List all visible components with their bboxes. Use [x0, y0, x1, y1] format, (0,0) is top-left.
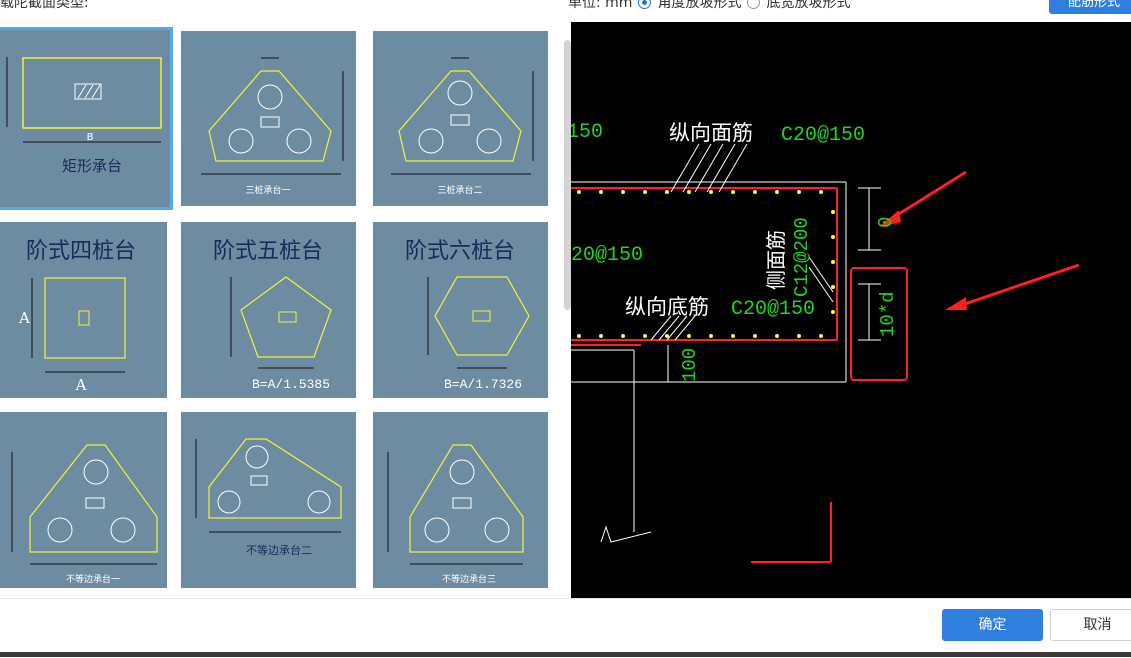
- tile-unequal-cap-2[interactable]: 不等边承台二: [181, 412, 356, 588]
- units-label: 单位: mm: [568, 0, 633, 11]
- four-pile-diagram: 阶式四桩台 A A: [18, 239, 136, 394]
- tile-label: 阶式四桩台: [26, 239, 136, 264]
- tile-label: 不等边承台三: [442, 573, 496, 585]
- dim-10d: 10*d: [877, 291, 899, 337]
- tile-three-pile-cap-1[interactable]: 三桩承台一: [181, 31, 356, 206]
- arrow-bottom: [955, 263, 1080, 309]
- six-pile-diagram: 阶式六桩台 B=A/1.7326: [405, 239, 530, 392]
- units-group: 单位: mm 角度放坡形式 底宽放坡形式: [568, 0, 850, 12]
- left-mid-spec: 20@150: [571, 244, 643, 267]
- three-pile-diagram-1: 三桩承台一: [201, 57, 344, 196]
- radio-angle-slope-label: 角度放坡形式: [657, 0, 742, 11]
- side-rebar-dots: [831, 210, 835, 314]
- formula-label: B=A/1.5385: [252, 377, 330, 392]
- unequal-cap-diagram-3: 不等边承台三: [387, 444, 524, 585]
- cancel-button[interactable]: 取消: [1050, 609, 1131, 641]
- rebar-section-drawing: 150 纵向面筋 C20@150 20@150 纵向底筋 C20@150 侧面筋…: [571, 121, 1080, 563]
- side-rebar-spec: C12@200: [791, 217, 813, 297]
- cap-type-gallery: B 矩形承台 三桩承台一 三桩承台二 阶式四桩台 A A 阶式五桩台 B=A/1…: [0, 22, 560, 598]
- bottom-rebar-label: 纵向底筋: [625, 295, 709, 319]
- tile-label: 不等边承台二: [246, 543, 312, 557]
- tile-unequal-cap-1[interactable]: 不等边承台一: [0, 412, 167, 588]
- gallery-scroll-thumb[interactable]: [564, 40, 571, 310]
- tile-label: 三桩承台二: [437, 184, 482, 196]
- left-top-spec: 150: [571, 121, 603, 144]
- top-rebar-spec: C20@150: [781, 124, 865, 147]
- section-type-label: 载陀截面类型:: [0, 0, 89, 11]
- bottom-rebar-dots: [577, 334, 823, 338]
- rebar-preview-canvas: 150 纵向面筋 C20@150 20@150 纵向底筋 C20@150 侧面筋…: [571, 22, 1131, 598]
- rect-cap-diagram: B 矩形承台: [6, 57, 162, 175]
- radio-width-slope-label: 底宽放坡形式: [766, 0, 851, 11]
- unequal-cap-diagram-1: 不等边承台一: [11, 444, 158, 585]
- config-button[interactable]: 配筋形式: [1049, 0, 1131, 14]
- tile-label: 不等边承台一: [66, 573, 120, 585]
- tile-three-pile-cap-2[interactable]: 三桩承台二: [373, 31, 548, 206]
- bottom-rebar-spec: C20@150: [731, 298, 815, 321]
- ok-button[interactable]: 确定: [942, 609, 1043, 641]
- dim-a-label: A: [18, 309, 30, 327]
- unequal-cap-diagram-2: 不等边承台二: [195, 438, 342, 557]
- tile-label: 矩形承台: [62, 157, 122, 175]
- top-rebar-dots: [577, 190, 823, 194]
- radio-width-slope[interactable]: [747, 0, 761, 9]
- five-pile-diagram: 阶式五桩台 B=A/1.5385: [213, 239, 332, 392]
- dim-a-bottom-label: A: [75, 376, 87, 394]
- top-rebar-label: 纵向面筋: [669, 121, 753, 145]
- tile-label: 阶式六桩台: [405, 239, 515, 264]
- tile-unequal-cap-3[interactable]: 不等边承台三: [373, 412, 548, 588]
- taskbar-strip: [0, 652, 1131, 657]
- tile-rect-cap[interactable]: B 矩形承台: [0, 27, 173, 210]
- side-rebar-label: 侧面筋: [764, 230, 788, 290]
- tile-label: 三桩承台一: [245, 184, 290, 196]
- three-pile-diagram-2: 三桩承台二: [391, 57, 534, 196]
- header-bar: 载陀截面类型: 单位: mm 角度放坡形式 底宽放坡形式 配筋形式: [0, 0, 1131, 22]
- tile-stepped-six-pile[interactable]: 阶式六桩台 B=A/1.7326: [373, 222, 548, 398]
- dim-b-label: B: [87, 132, 94, 143]
- dim-zero: 0: [875, 217, 897, 228]
- tile-label: 阶式五桩台: [213, 239, 323, 264]
- tile-stepped-four-pile[interactable]: 阶式四桩台 A A: [0, 222, 167, 398]
- dialog-footer: 确定 取消: [0, 598, 1131, 658]
- radio-angle-slope[interactable]: [638, 0, 652, 9]
- dim-100: 100: [679, 348, 701, 382]
- tile-stepped-five-pile[interactable]: 阶式五桩台 B=A/1.5385: [181, 222, 356, 398]
- formula-label: B=A/1.7326: [444, 377, 522, 392]
